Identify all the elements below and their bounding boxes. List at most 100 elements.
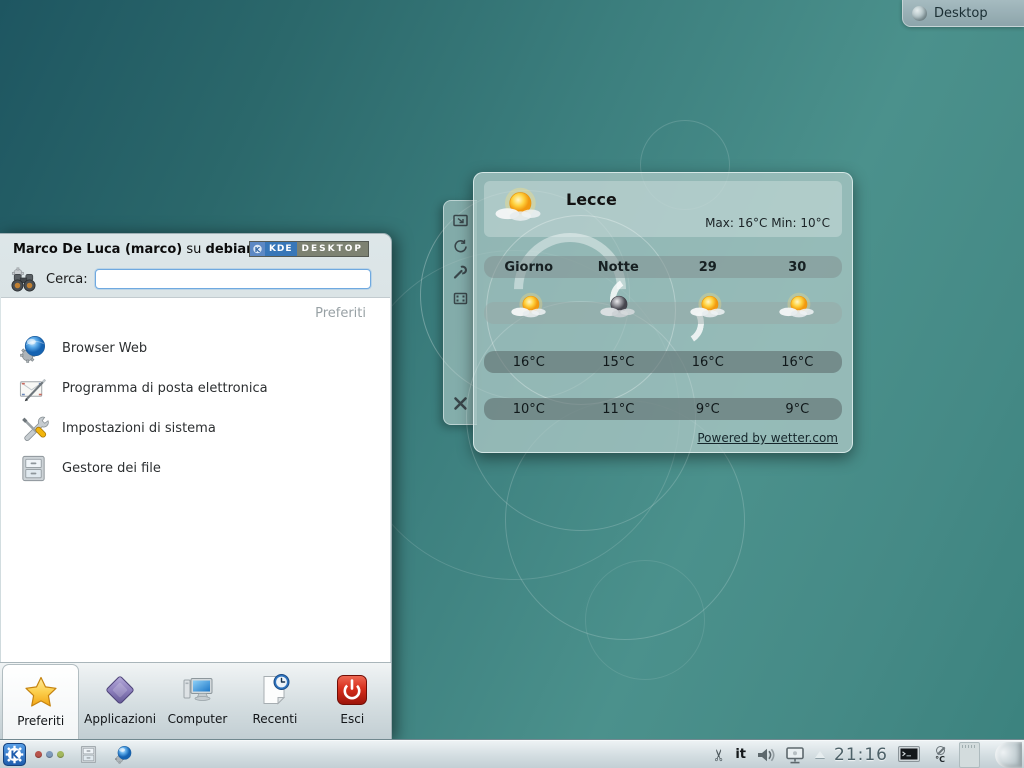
dot-red[interactable]: [35, 751, 42, 758]
tab-label: Esci: [340, 712, 364, 726]
favorite-item-settings[interactable]: Impostazioni di sistema: [1, 408, 386, 448]
star-icon: [23, 674, 59, 710]
title-connector: su: [186, 242, 201, 257]
tab-label: Preferiti: [17, 714, 64, 728]
launcher-tab-bar: Preferiti Applicazioni Computer: [0, 662, 391, 739]
weather-col: 29: [663, 260, 753, 275]
computer-icon: [180, 672, 216, 708]
svg-text:K: K: [10, 749, 19, 761]
dot-green[interactable]: [57, 751, 64, 758]
weather-city: Lecce: [566, 190, 617, 209]
favorite-label: Browser Web: [62, 341, 147, 356]
close-icon[interactable]: [452, 395, 469, 412]
weather-tray-icon[interactable]: °C: [930, 746, 950, 764]
host-name: debian: [206, 242, 256, 257]
system-tray: ✂ it 21:16 °C: [713, 742, 1024, 768]
favorite-item-mail[interactable]: Programma di posta elettronica: [1, 368, 386, 408]
sun-cloud-icon: [753, 302, 843, 324]
power-icon: [334, 672, 370, 708]
volume-icon[interactable]: [755, 745, 775, 765]
badge-desktop-label: DESKTOP: [297, 242, 368, 256]
tab-label: Applicazioni: [84, 712, 156, 726]
user-host-title: Marco De Luca (marco) su debian: [13, 242, 255, 257]
search-input[interactable]: [95, 269, 371, 289]
launcher-content: Preferiti: [1, 297, 390, 662]
tab-recenti[interactable]: Recenti: [236, 663, 313, 739]
weather-tray-unit: °C: [935, 755, 945, 764]
dot-blue[interactable]: [46, 751, 53, 758]
badge-kde-label: KDE: [265, 242, 297, 256]
tab-label: Computer: [168, 712, 228, 726]
applications-icon: [102, 672, 138, 708]
favorites-list: Browser Web Programma di posta elettroni…: [1, 328, 386, 488]
weather-widget: Lecce Max: 16°C Min: 10°C Giorno Notte 2…: [473, 172, 853, 453]
mail-icon: [18, 373, 49, 404]
sun-cloud-icon: [663, 302, 753, 324]
moon-cloud-icon: [574, 302, 664, 324]
desktop-toolbox-button[interactable]: Desktop: [902, 0, 1024, 27]
favorite-label: Programma di posta elettronica: [62, 381, 268, 396]
favorite-label: Gestore dei file: [62, 461, 161, 476]
favorite-item-browser[interactable]: Browser Web: [1, 328, 386, 368]
maximize-icon[interactable]: [452, 290, 469, 307]
panel-cashew-button[interactable]: [995, 742, 1022, 768]
weather-low-temps: 10°C 11°C 9°C 9°C: [484, 398, 842, 420]
resize-icon[interactable]: [452, 212, 469, 229]
low-temp: 11°C: [574, 402, 664, 417]
user-name: Marco De Luca (marco): [13, 242, 182, 257]
tab-computer[interactable]: Computer: [159, 663, 236, 739]
file-manager-icon: [18, 453, 49, 484]
desktop-toolbox-label: Desktop: [934, 6, 988, 21]
taskbar-panel: K ✂ it 21:16 °C: [0, 740, 1024, 768]
web-browser-launcher-icon[interactable]: [113, 744, 134, 765]
high-temp: 16°C: [484, 355, 574, 370]
weather-column-headers: Giorno Notte 29 30: [484, 256, 842, 278]
tab-preferiti[interactable]: Preferiti: [2, 664, 79, 739]
sun-cloud-icon: [484, 302, 574, 324]
tab-esci[interactable]: Esci: [314, 663, 391, 739]
pager-widget[interactable]: [959, 742, 980, 768]
terminal-tray-icon[interactable]: [897, 745, 921, 765]
kickoff-launcher: Marco De Luca (marco) su debian K KDE DE…: [0, 233, 392, 740]
digital-clock[interactable]: 21:16: [834, 745, 888, 765]
low-temp: 10°C: [484, 402, 574, 417]
kde-desktop-badge: K KDE DESKTOP: [249, 241, 369, 257]
no-data-icon: [936, 746, 945, 755]
plasmoid-handle[interactable]: [443, 200, 477, 425]
tab-label: Recenti: [252, 712, 297, 726]
high-temp: 16°C: [753, 355, 843, 370]
weather-col: Giorno: [484, 260, 574, 275]
keyboard-layout-indicator[interactable]: it: [735, 747, 746, 762]
tab-applicazioni[interactable]: Applicazioni: [81, 663, 158, 739]
tray-expander-icon[interactable]: [815, 751, 825, 758]
rotate-icon[interactable]: [452, 238, 469, 255]
display-monitor-icon[interactable]: [784, 744, 806, 766]
weather-col: Notte: [574, 260, 664, 275]
configure-wrench-icon[interactable]: [452, 264, 469, 281]
weather-minmax: Max: 16°C Min: 10°C: [705, 216, 830, 230]
wallpaper-swirl: [585, 560, 705, 680]
system-settings-icon: [18, 413, 49, 444]
binoculars-search-icon: [8, 266, 39, 292]
kde-menu-button[interactable]: K: [3, 743, 26, 766]
favorite-item-filemanager[interactable]: Gestore dei file: [1, 448, 386, 488]
svg-text:K: K: [255, 246, 261, 254]
low-temp: 9°C: [663, 402, 753, 417]
kde-logo-icon: K: [250, 242, 265, 256]
weather-col: 30: [753, 260, 843, 275]
high-temp: 15°C: [574, 355, 664, 370]
search-label: Cerca:: [46, 272, 88, 287]
klipper-scissors-icon[interactable]: ✂: [712, 748, 728, 761]
weather-high-temps: 16°C 15°C 16°C 16°C: [484, 351, 842, 373]
konqueror-globe-icon: [18, 333, 49, 364]
high-temp: 16°C: [663, 355, 753, 370]
weather-header: Lecce Max: 16°C Min: 10°C: [484, 181, 842, 237]
sun-cloud-icon: [492, 183, 544, 235]
recent-documents-icon: [257, 672, 293, 708]
weather-credit-link[interactable]: Powered by wetter.com: [697, 431, 838, 445]
weather-condition-row: [484, 302, 842, 324]
search-row: Cerca:: [8, 264, 371, 294]
cashew-icon: [912, 6, 927, 21]
file-manager-launcher-icon[interactable]: [78, 744, 99, 765]
activity-dots[interactable]: [35, 751, 64, 758]
